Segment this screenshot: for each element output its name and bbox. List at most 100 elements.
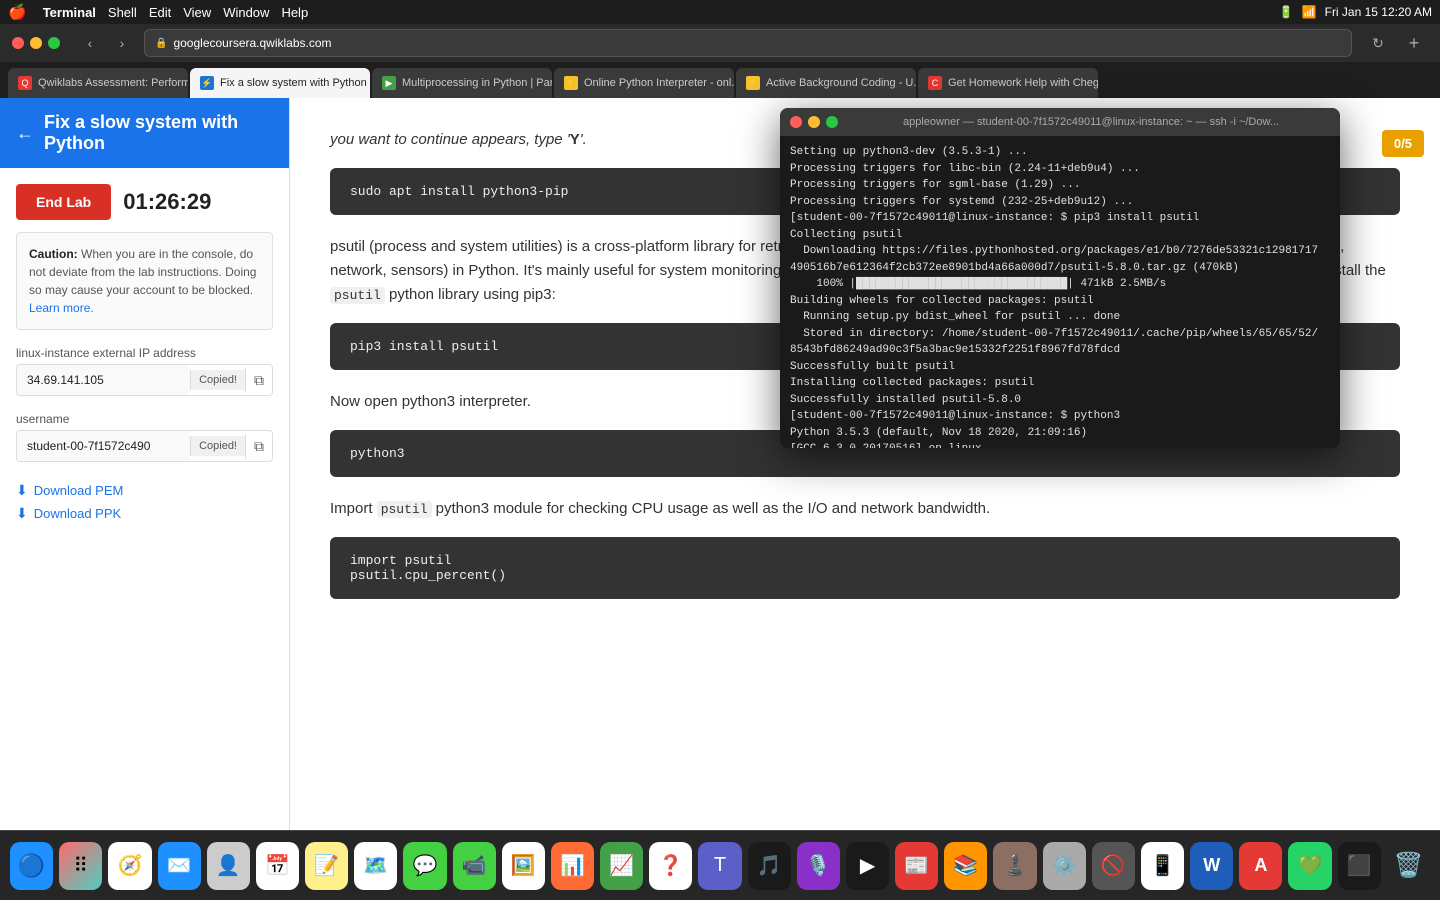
dock-item-photos[interactable]: 🖼️ [502, 842, 545, 890]
nav-buttons: ‹ › [76, 31, 136, 55]
dock-item-notes[interactable]: 📝 [305, 842, 348, 890]
word-icon: W [1203, 855, 1220, 876]
app-name[interactable]: Terminal [43, 5, 96, 20]
back-button[interactable]: ‹ [76, 31, 104, 55]
dock-item-podcasts[interactable]: 🎙️ [797, 842, 840, 890]
terminal-close-button[interactable] [790, 116, 802, 128]
dock-item-mail[interactable]: ✉️ [158, 842, 201, 890]
code-block-4: import psutil psutil.cpu_percent() [330, 537, 1400, 599]
numbers-icon: 📈 [609, 853, 634, 878]
dock-item-chess[interactable]: ♟️ [993, 842, 1036, 890]
tab-favicon-4: ⚡ [564, 76, 578, 90]
terminal-dock-icon: ⬛ [1347, 853, 1372, 878]
download-pem-label: Download PEM [34, 483, 124, 498]
download-pem-icon: ⬇ [16, 482, 28, 499]
ip-value: 34.69.141.105 [17, 365, 190, 395]
mail-icon: ✉️ [167, 853, 192, 878]
terminal-minimize-button[interactable] [808, 116, 820, 128]
podcasts-icon: 🎙️ [806, 853, 831, 878]
dock-item-keynote[interactable]: 📊 [551, 842, 594, 890]
finder-icon: 🔵 [18, 853, 45, 879]
menu-items: Shell Edit View Window Help [108, 5, 308, 20]
minimize-window-button[interactable] [30, 37, 42, 49]
dock-item-android[interactable]: 📱 [1141, 842, 1184, 890]
wifi-icon: 📶 [1302, 5, 1317, 19]
keynote-icon: 📊 [560, 853, 585, 878]
download-ppk-link[interactable]: ⬇ Download PPK [16, 505, 273, 522]
ip-section: linux-instance external IP address 34.69… [16, 346, 273, 396]
terminal-body[interactable]: Setting up python3-dev (3.5.3-1) ... Pro… [780, 136, 1340, 448]
dock-item-appletv[interactable]: ▶ [846, 842, 889, 890]
download-pem-link[interactable]: ⬇ Download PEM [16, 482, 273, 499]
terminal-window[interactable]: appleowner — student-00-7f1572c49011@lin… [780, 108, 1340, 448]
dock-item-terminal[interactable]: ⬛ [1338, 842, 1381, 890]
dock-item-maps[interactable]: 🗺️ [354, 842, 397, 890]
ip-copy-button[interactable]: ⧉ [245, 368, 272, 393]
caution-label: Caution: [29, 247, 81, 261]
battery-icon: 🔋 [1279, 5, 1294, 19]
shell-menu[interactable]: Shell [108, 5, 137, 20]
dock-item-help[interactable]: ❓ [649, 842, 692, 890]
messages-icon: 💬 [413, 853, 438, 878]
url-bar[interactable]: 🔒 googlecoursera.qwiklabs.com [144, 29, 1352, 57]
dock-item-calendar[interactable]: 📅 [256, 842, 299, 890]
learn-more-link[interactable]: Learn more. [29, 301, 94, 315]
dock-item-teams[interactable]: T [698, 842, 741, 890]
dock-item-facetime[interactable]: 📹 [453, 842, 496, 890]
dock-item-music[interactable]: 🎵 [748, 842, 791, 890]
forward-button[interactable]: › [108, 31, 136, 55]
tab-label-2: Fix a slow system with Python |... [220, 77, 370, 89]
username-copy-button[interactable]: ⧉ [245, 434, 272, 459]
dock-item-contacts[interactable]: 👤 [207, 842, 250, 890]
username-field-row: student-00-7f1572c490 Copied! ⧉ [16, 430, 273, 462]
score-badge: 0/5 [1382, 130, 1424, 157]
tab-active-bg[interactable]: ⚡ Active Background Coding - U... 0 [736, 68, 916, 98]
edit-menu[interactable]: Edit [149, 5, 171, 20]
help-icon: ❓ [658, 853, 683, 878]
tab-fix-slow[interactable]: ⚡ Fix a slow system with Python |... [190, 68, 370, 98]
dock-item-books[interactable]: 📚 [944, 842, 987, 890]
dock-item-messages[interactable]: 💬 [403, 842, 446, 890]
dock-item-whatsapp[interactable]: 💚 [1288, 842, 1331, 890]
menu-bar: 🍎 Terminal Shell Edit View Window Help 🔋… [0, 0, 1440, 24]
tab-multiprocessing[interactable]: ▶ Multiprocessing in Python | Part... [372, 68, 552, 98]
dock-item-acrobat[interactable]: A [1239, 842, 1282, 890]
download-links: ⬇ Download PEM ⬇ Download PPK [16, 482, 273, 522]
dock-item-launchpad[interactable]: ⠿ [59, 842, 102, 890]
tab-chegg[interactable]: C Get Homework Help with Cheg... [918, 68, 1098, 98]
username-label: username [16, 412, 273, 426]
dock-item-numbers[interactable]: 📈 [600, 842, 643, 890]
end-lab-row: End Lab 01:26:29 [16, 184, 273, 220]
lab-back-button[interactable]: ← [16, 123, 34, 144]
view-menu[interactable]: View [183, 5, 211, 20]
notes-icon: 📝 [314, 853, 339, 878]
window-menu[interactable]: Window [223, 5, 269, 20]
dock-item-finder[interactable]: 🔵 [10, 842, 53, 890]
acrobat-icon: A [1254, 855, 1267, 876]
dock-item-news[interactable]: 📰 [895, 842, 938, 890]
close-window-button[interactable] [12, 37, 24, 49]
help-menu[interactable]: Help [281, 5, 308, 20]
lab-header: ← Fix a slow system with Python [0, 98, 289, 168]
dock-item-trash[interactable]: 🗑️ [1387, 842, 1430, 890]
lab-title: Fix a slow system with Python [44, 112, 273, 154]
apple-menu-icon[interactable]: 🍎 [8, 3, 27, 21]
maximize-window-button[interactable] [48, 37, 60, 49]
ip-label: linux-instance external IP address [16, 346, 273, 360]
terminal-maximize-button[interactable] [826, 116, 838, 128]
dock-item-safari[interactable]: 🧭 [108, 842, 151, 890]
dock-item-dnd[interactable]: 🚫 [1092, 842, 1135, 890]
tab-qwiklabs[interactable]: Q Qwiklabs Assessment: Perform... [8, 68, 188, 98]
timer-display: 01:26:29 [123, 189, 211, 215]
end-lab-button[interactable]: End Lab [16, 184, 111, 220]
tab-python-interp[interactable]: ⚡ Online Python Interpreter - onl... [554, 68, 734, 98]
url-text: googlecoursera.qwiklabs.com [173, 36, 331, 50]
tab-label-5: Active Background Coding - U... [766, 77, 916, 89]
dock-item-settings[interactable]: ⚙️ [1043, 842, 1086, 890]
new-tab-button[interactable]: + [1400, 31, 1428, 55]
settings-icon: ⚙️ [1052, 853, 1077, 878]
reload-button[interactable]: ↻ [1364, 31, 1392, 55]
photos-icon: 🖼️ [511, 853, 536, 878]
menu-bar-right: 🔋 📶 Fri Jan 15 12:20 AM [1279, 5, 1432, 19]
dock-item-word[interactable]: W [1190, 842, 1233, 890]
